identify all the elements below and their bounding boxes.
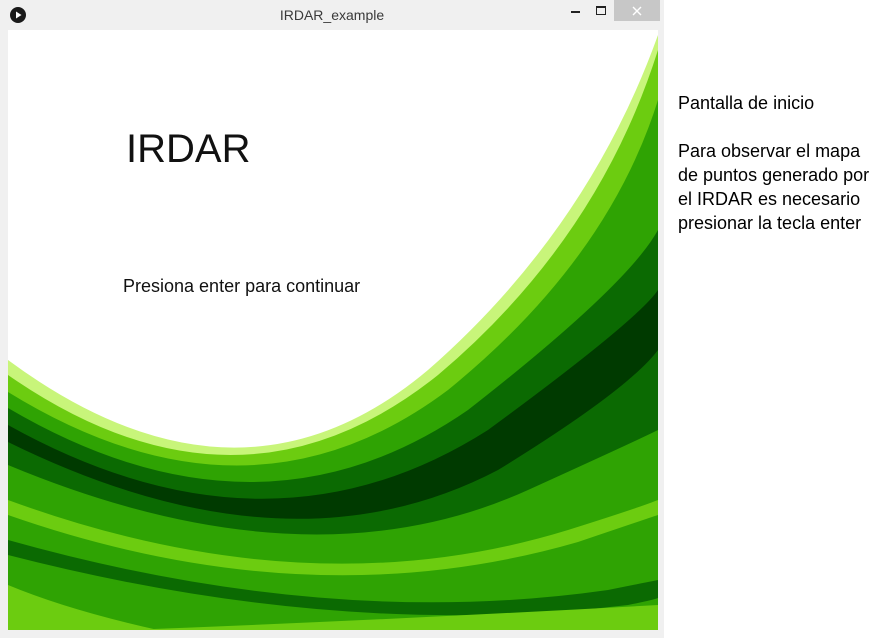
minimize-icon bbox=[570, 10, 580, 13]
sketch-canvas[interactable]: IRDAR Presiona enter para continuar bbox=[8, 30, 658, 630]
minimize-button[interactable] bbox=[562, 0, 588, 21]
app-window: IRDAR_example IRDAR Presiona enter para … bbox=[0, 0, 664, 638]
side-description: Pantalla de inicio Para observar el mapa… bbox=[678, 91, 873, 235]
description-heading: Pantalla de inicio bbox=[678, 93, 815, 113]
maximize-button[interactable] bbox=[588, 0, 614, 21]
close-button[interactable] bbox=[614, 0, 660, 21]
continue-prompt: Presiona enter para continuar bbox=[123, 276, 361, 296]
description-body: Para observar el mapa de puntos generado… bbox=[678, 141, 870, 233]
close-icon bbox=[632, 6, 642, 15]
green-wave-background bbox=[8, 35, 658, 630]
maximize-icon bbox=[596, 6, 606, 15]
app-title: IRDAR bbox=[126, 127, 251, 171]
title-bar[interactable]: IRDAR_example bbox=[0, 0, 664, 30]
